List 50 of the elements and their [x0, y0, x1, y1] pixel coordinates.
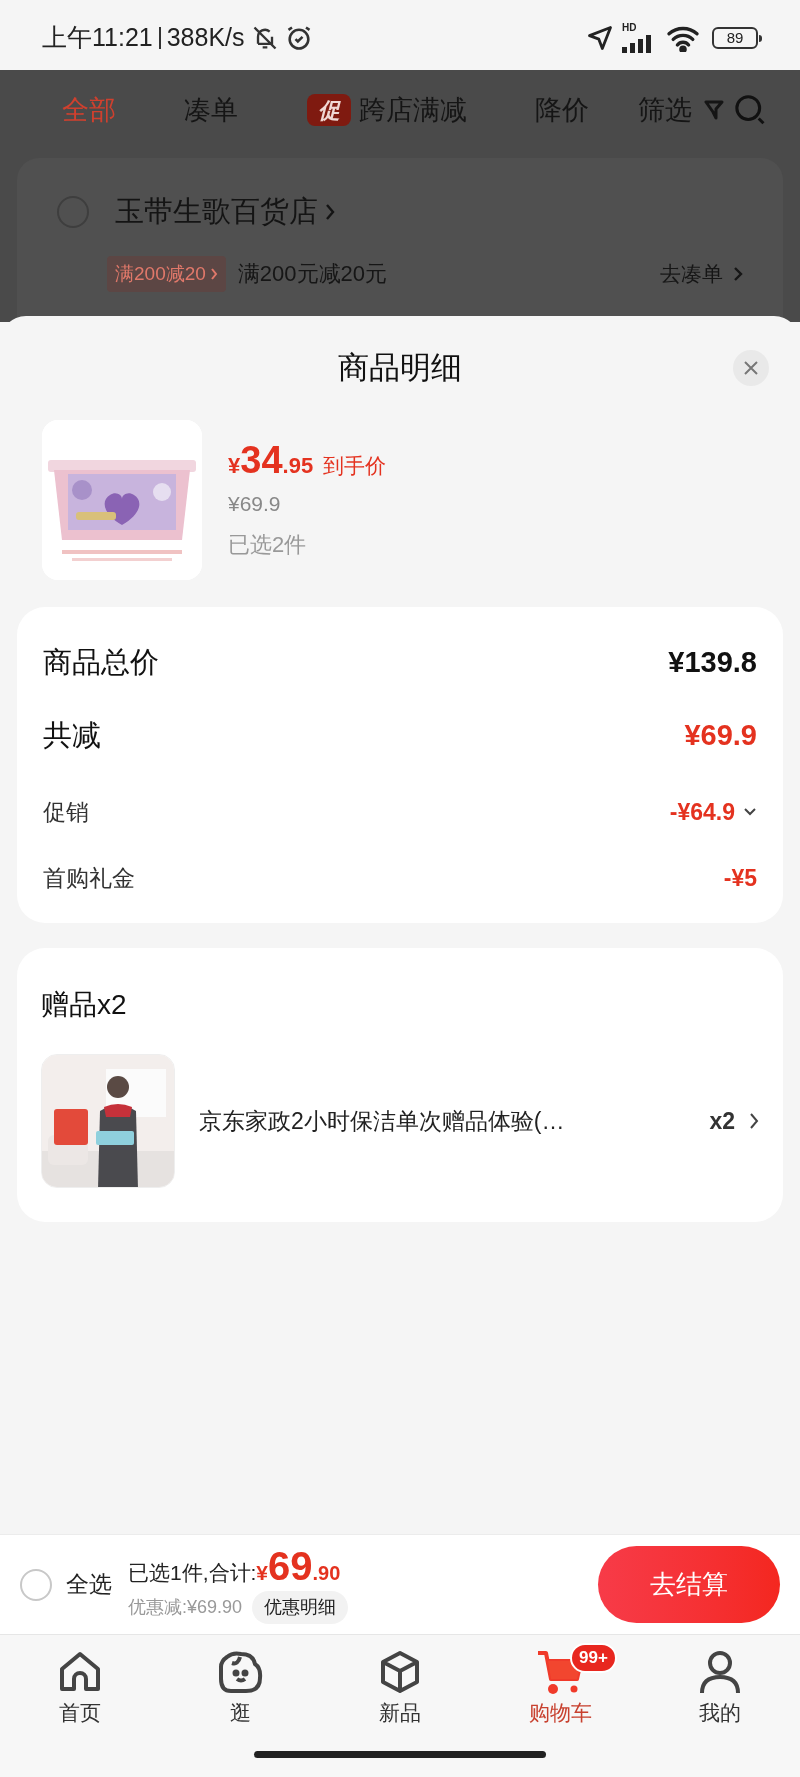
chevron-right-icon [209, 266, 218, 281]
summary-label: 促销 [43, 797, 89, 827]
chevron-right-icon [733, 265, 743, 282]
nav-tab[interactable]: 购物车 99+ [480, 1635, 640, 1739]
total-integer: 69 [268, 1545, 313, 1588]
gift-quantity: x2 [709, 1106, 735, 1136]
network-type-label: HD [622, 23, 637, 33]
wifi-icon [666, 24, 700, 52]
price-label: 到手价 [323, 453, 387, 479]
original-price: ¥69.9 [228, 491, 282, 517]
location-arrow-icon [586, 24, 614, 52]
nav-tab[interactable]: 逛 [160, 1635, 320, 1739]
sheet-title: 商品明细 [338, 348, 462, 387]
price-decimal: .95 [282, 453, 314, 480]
total-symbol: ¥ [256, 1561, 269, 1587]
summary-label: 共减 [43, 718, 101, 754]
selection-summary: 已选1件,合计: [128, 1560, 257, 1587]
discount-amount: 优惠减:¥69.90 [128, 1595, 243, 1619]
count-badge: 99+ [570, 1643, 617, 1673]
smiling-blob-icon [217, 1649, 263, 1696]
total-decimal: .90 [312, 1561, 341, 1587]
discount-details-button[interactable]: 优惠明细 [252, 1590, 349, 1624]
select-all-checkbox[interactable] [20, 1568, 52, 1601]
promo-text: 满200元减20元 [237, 260, 388, 289]
promo-tag[interactable]: 满200减20 [107, 255, 226, 292]
summary-value: -¥64.9 [669, 797, 735, 827]
summary-value: -¥5 [723, 863, 757, 893]
nav-tab[interactable]: 首页 [0, 1635, 160, 1739]
summary-label: 商品总价 [43, 645, 159, 681]
summary-value: ¥139.8 [668, 645, 757, 681]
chevron-right-icon[interactable] [749, 1112, 759, 1130]
chevron-down-icon[interactable] [743, 807, 757, 817]
price-integer: 34 [240, 440, 283, 480]
network-speed: 388K/s [166, 22, 245, 54]
close-icon[interactable] [733, 350, 769, 386]
person-icon [697, 1649, 743, 1696]
select-all-label[interactable]: 全选 [66, 1567, 112, 1602]
filter-icon [704, 99, 725, 121]
price-symbol: ¥ [228, 453, 241, 480]
nav-tab[interactable]: 我的 [640, 1635, 800, 1739]
summary-label: 首购礼金 [43, 863, 135, 893]
gift-name[interactable]: 京东家政2小时保洁单次赠品体验(… [199, 1103, 565, 1139]
summary-value: ¥69.9 [684, 718, 757, 754]
gift-title: 赠品x2 [41, 988, 128, 1022]
promo-badge: 促 [306, 94, 351, 126]
search-icon[interactable] [733, 93, 766, 127]
clock-time: 上午11:21 [42, 22, 153, 54]
nav-tab[interactable]: 新品 [320, 1635, 480, 1739]
selected-quantity: 已选2件 [228, 530, 308, 559]
checkout-button[interactable]: 去结算 [598, 1546, 780, 1623]
